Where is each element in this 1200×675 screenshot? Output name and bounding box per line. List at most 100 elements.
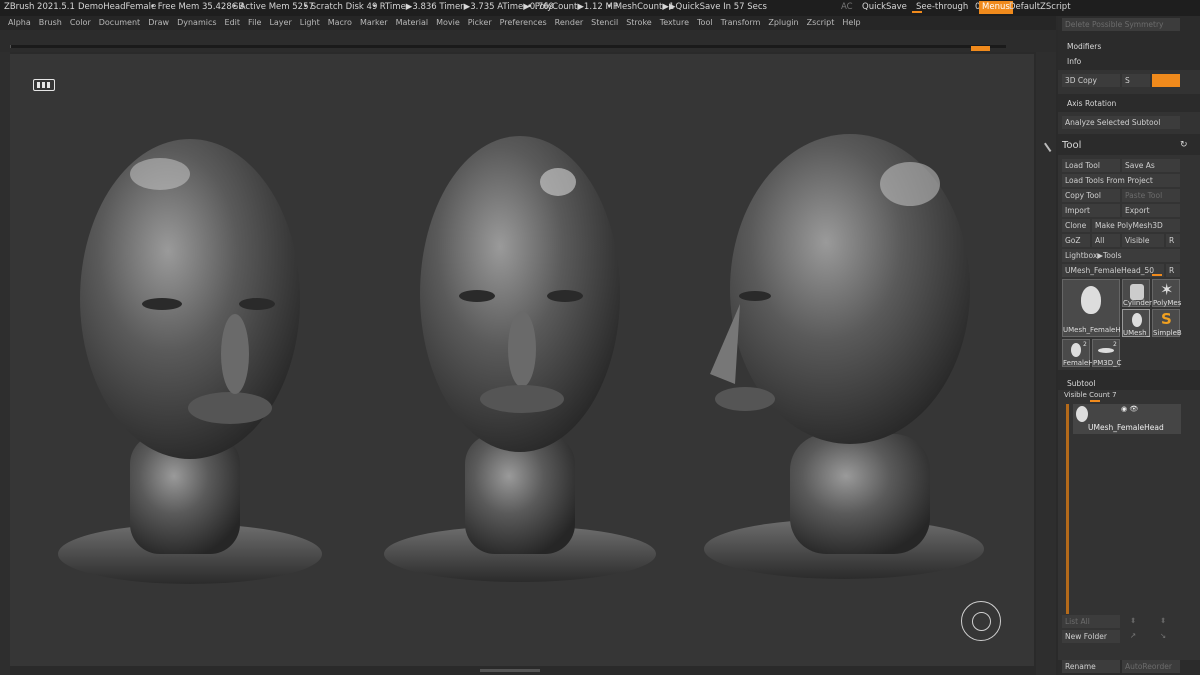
info-header[interactable]: Info <box>1067 57 1081 66</box>
menu-picker[interactable]: Picker <box>468 16 492 30</box>
tool-thumb-pm3d[interactable]: 2 PM3D_C <box>1092 339 1122 367</box>
tool-thumb-female-label: FemaleH <box>1063 359 1094 367</box>
paste-tool-button[interactable]: Paste Tool <box>1122 189 1180 202</box>
menu-zplugin[interactable]: Zplugin <box>768 16 798 30</box>
menu-transform[interactable]: Transform <box>721 16 761 30</box>
menu-movie[interactable]: Movie <box>436 16 460 30</box>
menu-help[interactable]: Help <box>842 16 860 30</box>
menu-stencil[interactable]: Stencil <box>591 16 618 30</box>
goz-r-button[interactable]: R <box>1166 234 1180 247</box>
menu-alpha[interactable]: Alpha <box>8 16 31 30</box>
tool-thumb-simplebrush[interactable]: S SimpleB <box>1152 309 1182 337</box>
arrow-down-icon[interactable]: ↘ <box>1160 631 1166 640</box>
menu-draw[interactable]: Draw <box>148 16 169 30</box>
lightbox-tools-button[interactable]: Lightbox▶Tools <box>1062 249 1180 262</box>
tool-thumb-umesh-label: UMesh_ <box>1123 329 1151 337</box>
load-tool-button[interactable]: Load Tool <box>1062 159 1120 172</box>
menu-light[interactable]: Light <box>300 16 320 30</box>
menu-brush[interactable]: Brush <box>39 16 62 30</box>
subtool-eye-icon[interactable]: ◉ 👁 <box>1121 404 1138 416</box>
import-button[interactable]: Import <box>1062 204 1120 217</box>
menu-file[interactable]: File <box>248 16 261 30</box>
head-front-left <box>58 139 322 584</box>
tool-thumb-cylinder[interactable]: Cylinder <box>1122 279 1152 307</box>
autoreorder-button[interactable]: AutoReorder <box>1122 660 1180 673</box>
subtool-head-icon <box>1076 406 1088 422</box>
3d-copy-button[interactable]: 3D Copy <box>1062 74 1120 87</box>
goz-all-button[interactable]: All <box>1092 234 1120 247</box>
current-tool-slider[interactable]: UMesh_FemaleHead_50 <box>1062 264 1164 277</box>
bottom-tray-handle[interactable] <box>480 669 540 672</box>
tool-thumb-simpleb-label: SimpleB <box>1153 329 1182 337</box>
arrow-up-icon[interactable]: ↗ <box>1130 631 1136 640</box>
tool-thumb-polymesh[interactable]: ✶ PolyMes <box>1152 279 1182 307</box>
menu-layer[interactable]: Layer <box>269 16 291 30</box>
tool-section <box>1058 155 1200 370</box>
visible-count-fill <box>1090 400 1100 402</box>
rename-button[interactable]: Rename <box>1062 660 1120 673</box>
tool-palette-title[interactable]: Tool <box>1062 140 1081 151</box>
goz-visible-button[interactable]: Visible <box>1122 234 1164 247</box>
new-folder-button[interactable]: New Folder <box>1062 630 1120 643</box>
default-zscript[interactable]: DefaultZScript <box>1009 0 1071 15</box>
tool-thumb-pm3d-label: PM3D_C <box>1093 359 1122 367</box>
menu-edit[interactable]: Edit <box>225 16 241 30</box>
seethrough-label: See-through <box>916 2 969 12</box>
export-button[interactable]: Export <box>1122 204 1180 217</box>
cylinder-icon <box>1130 284 1144 300</box>
reset-icon[interactable]: ↻ <box>1180 140 1188 150</box>
delete-symmetry-button[interactable]: Delete Possible Symmetry <box>1062 18 1180 31</box>
tool-thumb-polymesh-label: PolyMes <box>1153 299 1182 307</box>
active-mem: • Active Mem 5257 <box>232 2 314 12</box>
star-icon: ✶ <box>1160 280 1174 299</box>
top-slider-marker[interactable] <box>971 46 990 51</box>
menu-material[interactable]: Material <box>396 16 429 30</box>
tool-thumb-main[interactable]: UMesh_FemaleH <box>1062 279 1121 337</box>
copy-tool-button[interactable]: Copy Tool <box>1062 189 1120 202</box>
menu-dynamics[interactable]: Dynamics <box>177 16 216 30</box>
simplebrush-icon: S <box>1161 310 1172 328</box>
current-tool-name: UMesh_FemaleHead_50 <box>1065 266 1155 275</box>
subtool-item[interactable]: ◉ 👁 UMesh_FemaleHead <box>1073 404 1181 434</box>
menus-toggle[interactable]: Menus <box>979 1 1013 14</box>
subtool-scrollbar[interactable] <box>1066 404 1069 614</box>
menu-macro[interactable]: Macro <box>328 16 352 30</box>
document-name: DemoHeadFemale <box>78 2 157 12</box>
3d-copy-size-slider[interactable] <box>1152 74 1180 87</box>
subtool-header[interactable]: Subtool <box>1067 379 1095 388</box>
clone-button[interactable]: Clone <box>1062 219 1090 232</box>
seethrough-fill <box>912 11 922 13</box>
current-tool-r-button[interactable]: R <box>1166 264 1180 277</box>
head-small-icon <box>1132 313 1142 327</box>
save-as-button[interactable]: Save As <box>1122 159 1180 172</box>
modifiers-header[interactable]: Modifiers <box>1067 42 1101 51</box>
ac-toggle[interactable]: AC <box>841 0 853 15</box>
visible-count: Visible Count 7 <box>1064 391 1117 399</box>
top-slider-track[interactable] <box>10 45 1006 48</box>
menu-tool[interactable]: Tool <box>697 16 713 30</box>
make-polymesh-button[interactable]: Make PolyMesh3D <box>1092 219 1180 232</box>
menu-marker[interactable]: Marker <box>360 16 388 30</box>
menu-color[interactable]: Color <box>70 16 91 30</box>
head-profile <box>704 134 984 579</box>
analyze-subtool-button[interactable]: Analyze Selected Subtool <box>1062 116 1180 129</box>
thumb-count-b: 2 <box>1113 341 1117 348</box>
seethrough-slider[interactable]: See-through 0 <box>912 0 980 15</box>
goz-button[interactable]: GoZ <box>1062 234 1090 247</box>
load-from-project-button[interactable]: Load Tools From Project <box>1062 174 1180 187</box>
axis-rotation-header[interactable]: Axis Rotation <box>1067 99 1116 108</box>
menu-preferences[interactable]: Preferences <box>500 16 547 30</box>
move-down-icon[interactable]: ⬍ <box>1160 616 1166 625</box>
menu-document[interactable]: Document <box>99 16 140 30</box>
list-all-button[interactable]: List All <box>1062 615 1120 628</box>
quicksave-button[interactable]: QuickSave <box>862 0 907 15</box>
menu-zscript[interactable]: Zscript <box>807 16 835 30</box>
tool-thumb-umesh[interactable]: UMesh_ <box>1122 309 1150 337</box>
menu-texture[interactable]: Texture <box>660 16 689 30</box>
menu-stroke[interactable]: Stroke <box>626 16 652 30</box>
navigation-gizmo[interactable] <box>961 601 1001 641</box>
menu-render[interactable]: Render <box>555 16 583 30</box>
left-tray <box>0 52 10 675</box>
tool-thumb-female[interactable]: 2 FemaleH <box>1062 339 1094 367</box>
move-up-icon[interactable]: ⬍ <box>1130 616 1136 625</box>
